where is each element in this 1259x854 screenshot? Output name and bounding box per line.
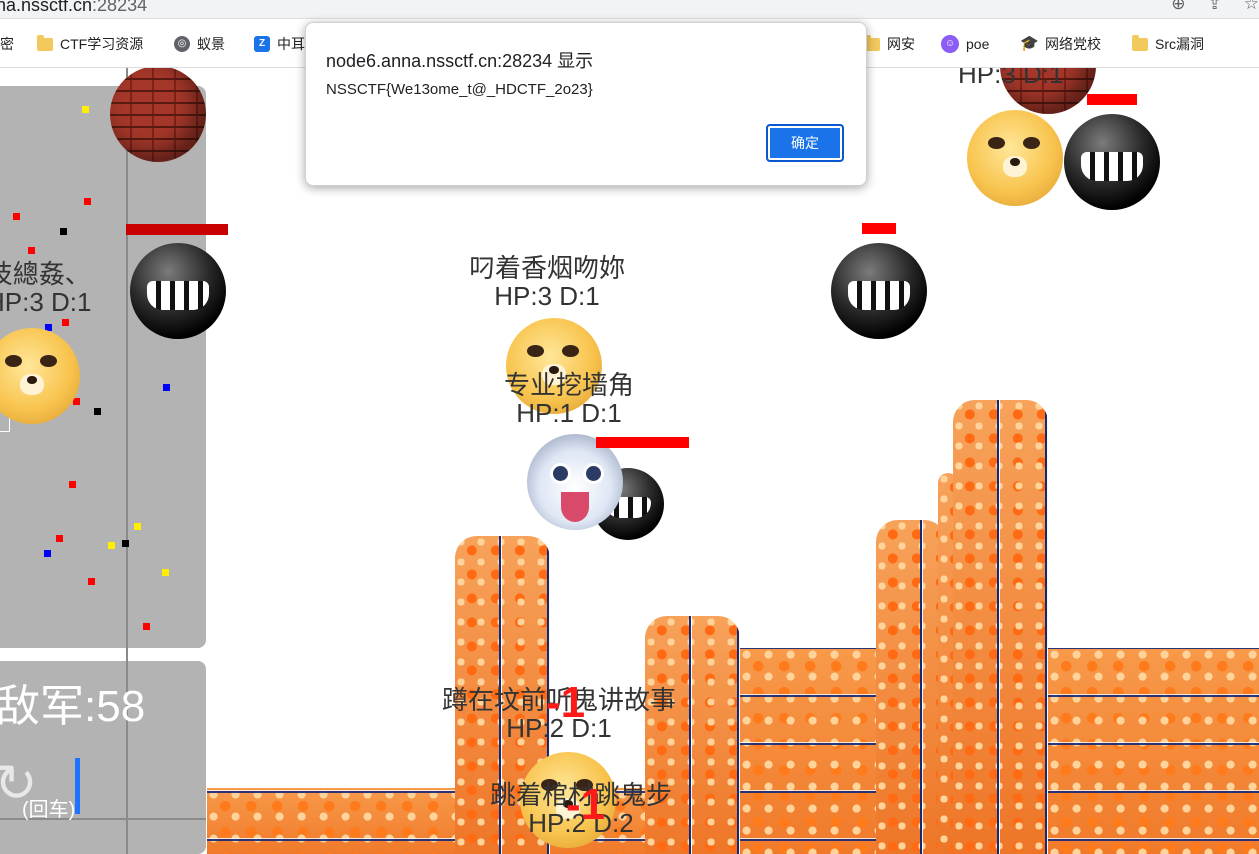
hp-bar (1087, 94, 1137, 105)
bookmark-item[interactable]: Src漏洞 (1132, 33, 1204, 55)
minimap-dot (88, 578, 95, 585)
minimap-dot (56, 535, 63, 542)
lava-wall (1048, 648, 1259, 854)
minimap-dot (108, 542, 115, 549)
ok-button[interactable]: 确定 (766, 124, 844, 162)
player-husky-avatar (527, 434, 623, 530)
zoom-icon[interactable]: ⊕ (1171, 0, 1185, 14)
hp-bar (126, 224, 228, 235)
minimap-dot (82, 106, 89, 113)
poe-icon: ☺ (941, 35, 959, 53)
bookmark-item[interactable]: CTF学习资源 (37, 33, 143, 55)
dialog-title: node6.anna.nssctf.cn:28234 显示 (326, 51, 594, 71)
zhihu-icon: Z (254, 36, 270, 52)
lava-wall (740, 648, 880, 854)
lava-wall (207, 788, 457, 854)
bookmark-item[interactable]: 🎓 网络党校 (1020, 33, 1101, 55)
minimap-dot (60, 228, 67, 235)
bookmark-item[interactable]: ☺ poe (941, 33, 989, 55)
folder-icon (37, 34, 53, 51)
star-icon[interactable]: ☆ (1244, 0, 1259, 14)
bookmark-item[interactable]: 网安 (864, 33, 915, 55)
minimap-dot (13, 213, 20, 220)
player-label: HP:3 D:1 (958, 68, 1064, 89)
damage-popup: -1 (546, 678, 586, 727)
folder-icon (1132, 34, 1148, 51)
globe-icon: ◎ (174, 36, 190, 52)
minimap-dot (134, 523, 141, 530)
player-label: 专业挖墙角 HP:1 D:1 (504, 370, 635, 428)
minimap-dot (84, 198, 91, 205)
bookmark-item[interactable]: 密 (0, 33, 14, 55)
minimap-dot (122, 540, 129, 547)
enemy-count: 敌军:58 (0, 682, 146, 731)
player-label: 叼着香烟吻妳 HP:3 D:1 (469, 253, 626, 311)
enemy-grin-face (130, 243, 226, 339)
alert-dialog: node6.anna.nssctf.cn:28234 显示 NSSCTF{We1… (305, 22, 867, 186)
enemy-grin-face (1064, 114, 1160, 210)
cursor-bar (75, 758, 80, 814)
minimap-dot (163, 384, 170, 391)
lava-pillar (876, 520, 946, 854)
player-label: 技總姦、HP:3 D:1 (0, 259, 92, 317)
minimap-dot (143, 623, 150, 630)
minimap-dot (69, 481, 76, 488)
divider-line (126, 68, 128, 854)
minimap-dot (28, 247, 35, 254)
minimap-dot (94, 408, 101, 415)
school-icon: 🎓 (1020, 35, 1039, 52)
dialog-message: NSSCTF{We13ome_t@_HDCTF_2o23} (326, 81, 593, 98)
bookmark-item[interactable]: ◎ 蚁景 (174, 33, 225, 55)
url-text: na.nssctf.cn:28234 (0, 0, 148, 15)
minimap-dot (162, 569, 169, 576)
address-bar[interactable]: na.nssctf.cn:28234 ⊕ ⇪ ☆ (0, 0, 1259, 19)
minimap-dot (44, 550, 51, 557)
enemy-grin-face (831, 243, 927, 339)
player-doge-avatar (967, 110, 1063, 206)
hp-bar (862, 223, 896, 234)
share-icon[interactable]: ⇪ (1208, 0, 1222, 14)
lava-pillar (953, 400, 1048, 854)
brick-ball (110, 68, 206, 162)
hp-bar (596, 437, 689, 448)
bookmark-item[interactable]: Z 中耳 (254, 33, 305, 55)
minimap-dot (62, 319, 69, 326)
refresh-hint: (回车) (22, 799, 76, 821)
damage-popup: -1 (566, 780, 606, 829)
